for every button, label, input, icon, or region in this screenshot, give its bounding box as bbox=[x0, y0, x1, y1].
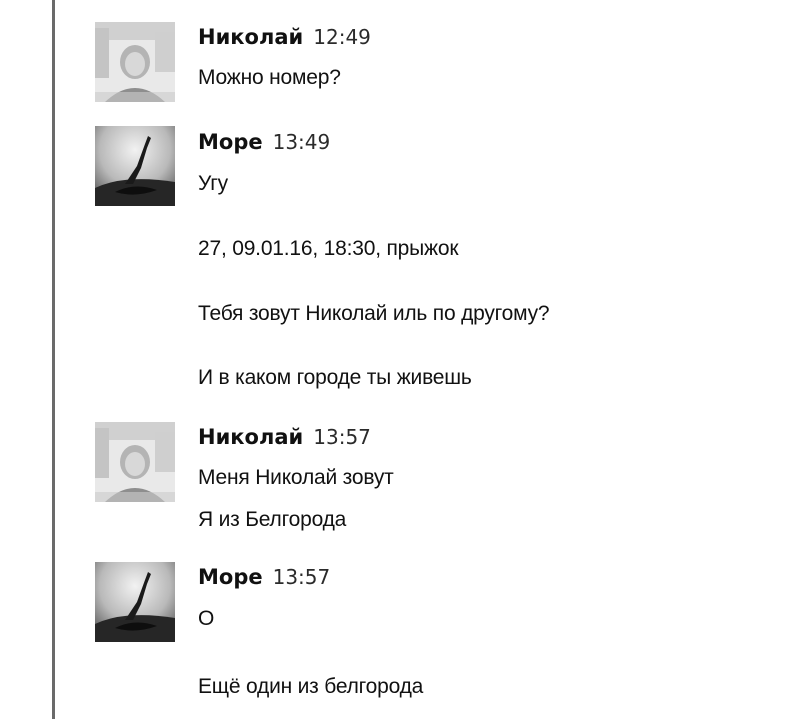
message-text: Угу bbox=[198, 172, 228, 195]
author-name[interactable]: Море bbox=[198, 565, 263, 589]
person-photo-icon bbox=[95, 22, 175, 102]
message-header: Николай 13:57 bbox=[198, 425, 371, 455]
message-header: Море 13:49 bbox=[198, 130, 330, 160]
message-header: Николай 12:49 bbox=[198, 25, 371, 55]
message-time: 13:57 bbox=[313, 425, 371, 449]
conversation-left-border bbox=[52, 0, 55, 719]
message-text: Можно номер? bbox=[198, 66, 341, 89]
author-name[interactable]: Николай bbox=[198, 425, 303, 449]
author-name[interactable]: Николай bbox=[198, 25, 303, 49]
message-time: 12:49 bbox=[313, 25, 371, 49]
message-text: Тебя зовут Николай иль по другому? bbox=[198, 302, 550, 325]
avatar-nikolai[interactable] bbox=[95, 422, 175, 502]
message-text: Я из Белгорода bbox=[198, 508, 347, 531]
message-text: Меня Николай зовут bbox=[198, 466, 394, 489]
author-name[interactable]: Море bbox=[198, 130, 263, 154]
message-text: 27, 09.01.16, 18:30, прыжок bbox=[198, 237, 459, 260]
message-text: О bbox=[198, 607, 215, 630]
avatar-more[interactable] bbox=[95, 562, 175, 642]
person-photo-icon bbox=[95, 422, 175, 502]
message-text: Ещё один из белгорода bbox=[198, 675, 424, 698]
message-time: 13:49 bbox=[272, 130, 331, 154]
avatar-nikolai[interactable] bbox=[95, 22, 175, 102]
diver-photo-icon bbox=[95, 126, 175, 206]
diver-photo-icon bbox=[95, 562, 175, 642]
avatar-more[interactable] bbox=[95, 126, 175, 206]
message-header: Море 13:57 bbox=[198, 565, 330, 595]
message-time: 13:57 bbox=[272, 565, 331, 589]
message-text: И в каком городе ты живешь bbox=[198, 366, 472, 389]
